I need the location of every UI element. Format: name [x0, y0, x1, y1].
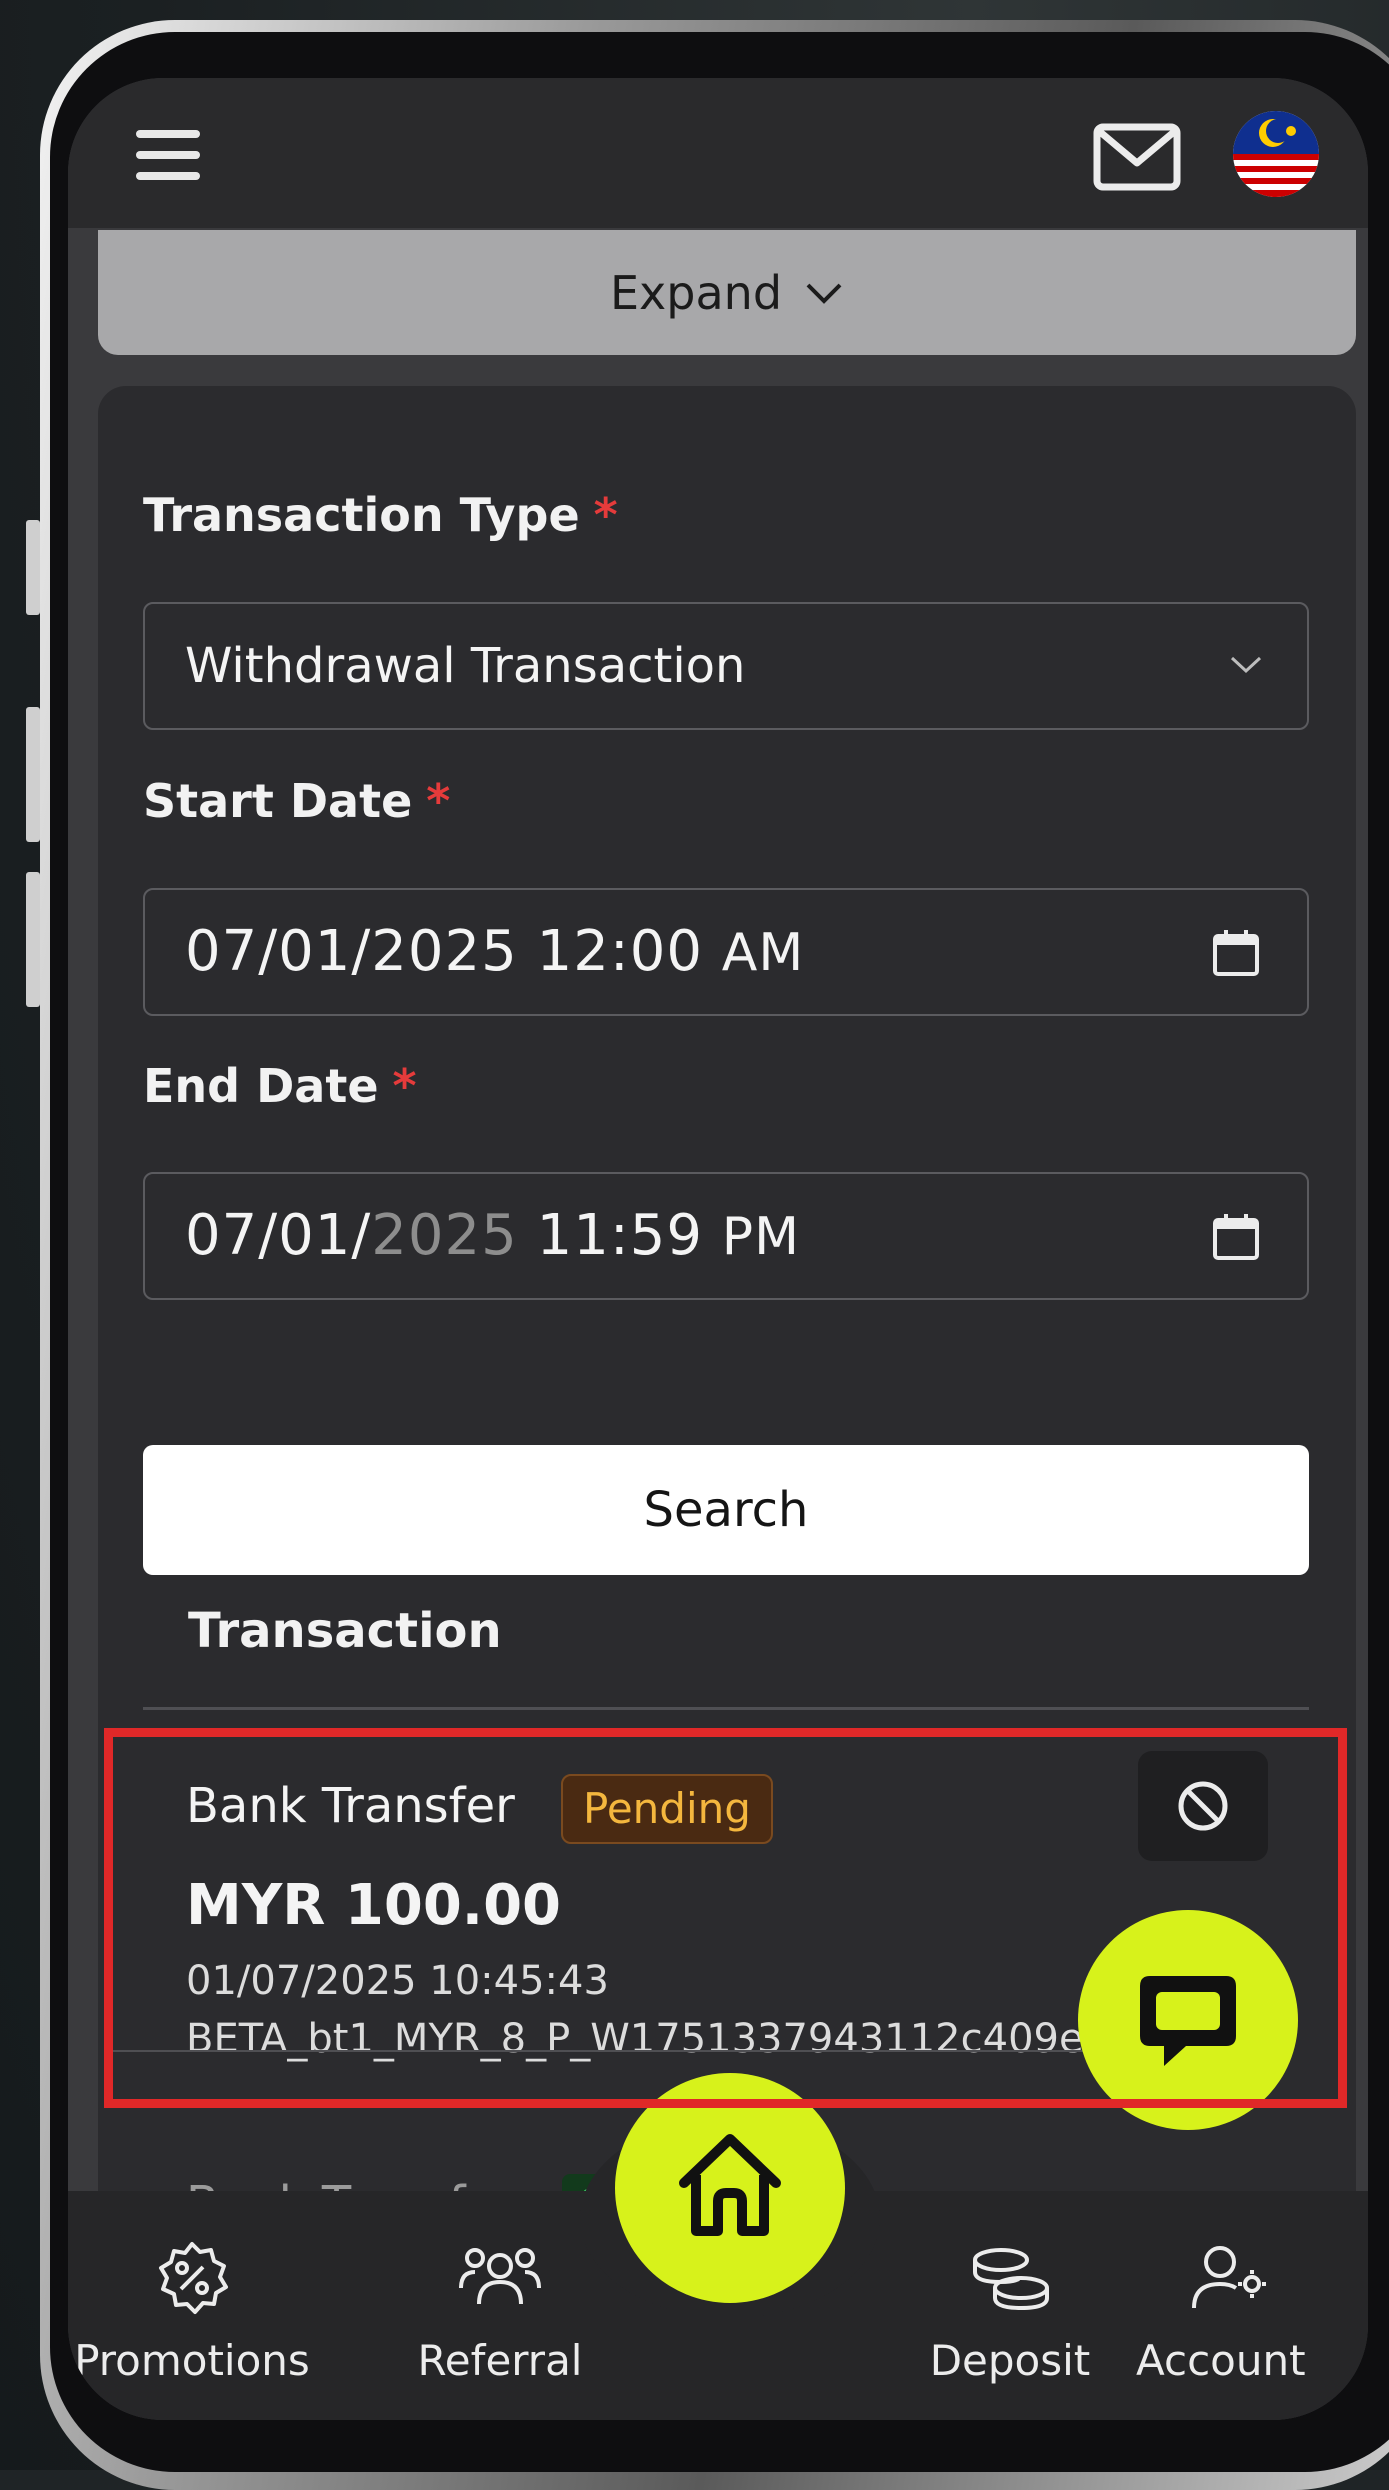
malaysia-flag-icon[interactable] — [1233, 111, 1319, 197]
transaction-section-title: Transaction — [188, 1603, 502, 1659]
nav-promotions[interactable]: Promotions — [68, 2238, 322, 2385]
home-icon — [679, 2134, 781, 2236]
start-date-label: Start Date * — [143, 774, 451, 828]
chevron-down-icon — [1230, 656, 1262, 674]
nav-label: Referral — [417, 2336, 583, 2385]
coins-icon — [973, 2248, 1049, 2311]
hamburger-menu-icon[interactable] — [136, 130, 200, 180]
calendar-icon[interactable] — [1211, 1212, 1261, 1262]
nav-account[interactable]: Account — [1128, 2238, 1368, 2385]
user-settings-icon — [1192, 2246, 1266, 2309]
transaction-type-label: Transaction Type * — [143, 488, 618, 542]
discount-badge-icon — [159, 2242, 228, 2314]
transaction-type-select[interactable]: Withdrawal Transaction — [143, 602, 1309, 730]
nav-deposit[interactable]: Deposit — [890, 2238, 1130, 2385]
chevron-down-icon — [806, 283, 842, 304]
end-date-value: 07/01/2025 11:59 PM — [185, 1203, 801, 1268]
device-side-button — [26, 872, 40, 1007]
nav-label: Promotions — [74, 2336, 310, 2385]
start-date-value: 07/01/2025 12:00 AM — [185, 919, 805, 984]
phone-screen: Expand Transaction Type * Withdrawal Tran… — [68, 78, 1368, 2420]
end-date-input[interactable]: 07/01/2025 11:59 PM — [143, 1172, 1309, 1300]
device-side-button — [26, 520, 40, 615]
expand-label: Expand — [609, 265, 783, 320]
highlight-box — [104, 1728, 1347, 2108]
nav-referral[interactable]: Referral — [380, 2238, 620, 2385]
divider — [143, 1707, 1309, 1710]
users-group-icon — [459, 2248, 541, 2305]
end-date-label: End Date * — [143, 1059, 417, 1113]
nav-label: Account — [1136, 2336, 1306, 2385]
app-header — [68, 78, 1368, 228]
calendar-icon[interactable] — [1211, 928, 1261, 978]
nav-label: Deposit — [929, 2336, 1091, 2385]
expand-toggle[interactable]: Expand — [98, 230, 1356, 355]
search-button[interactable]: Search — [143, 1445, 1309, 1575]
transaction-type-value: Withdrawal Transaction — [185, 638, 746, 694]
mail-icon[interactable] — [1093, 123, 1181, 191]
start-date-input[interactable]: 07/01/2025 12:00 AM — [143, 888, 1309, 1016]
device-side-button — [26, 707, 40, 842]
